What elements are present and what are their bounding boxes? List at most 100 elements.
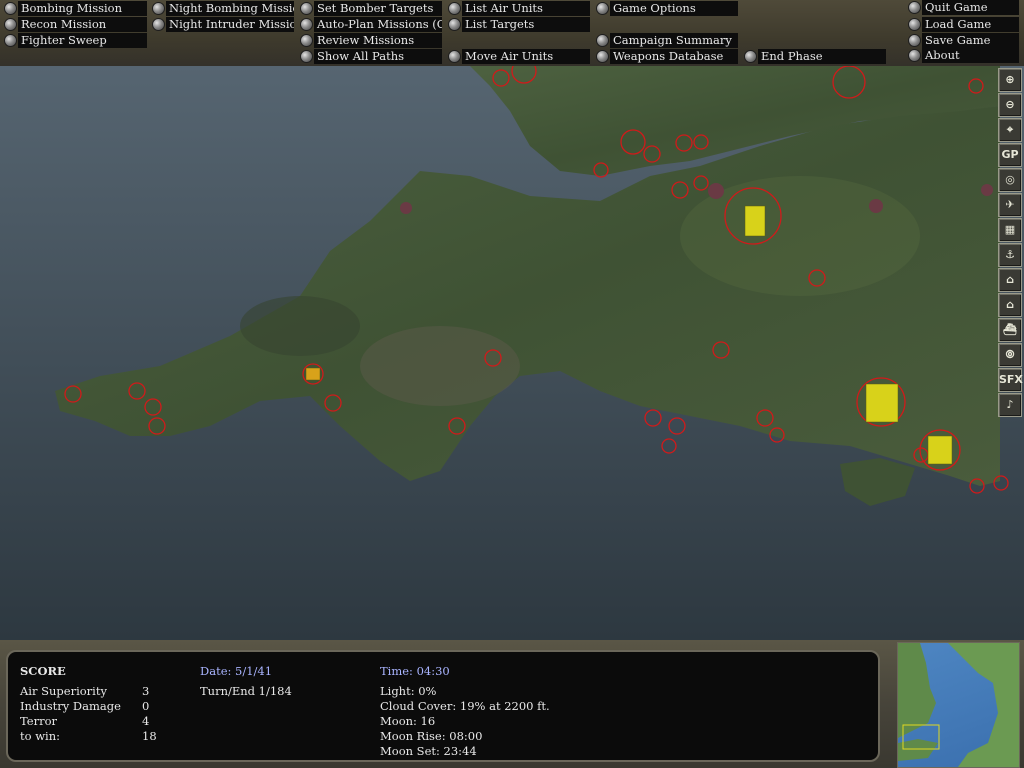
led-icon xyxy=(596,50,609,63)
led-icon xyxy=(908,1,921,14)
score-label: Air Superiority xyxy=(20,684,107,698)
magnifier-minus-icon: ⊖ xyxy=(1005,98,1015,111)
industry-site[interactable] xyxy=(981,184,993,196)
led-icon xyxy=(300,34,313,47)
show-all-paths-button[interactable]: Show All Paths xyxy=(299,49,442,64)
review-missions-button[interactable]: Review Missions xyxy=(299,33,442,48)
magnifier-plus-icon: ⊕ xyxy=(1005,73,1015,86)
bombing-mission-button[interactable]: Bombing Mission xyxy=(3,1,147,16)
menu-bar: Bombing Mission Recon Mission Fighter Sw… xyxy=(0,0,1024,66)
load-game-button[interactable]: Load Game xyxy=(907,17,1019,32)
moon-rise-label: Moon Rise: 08:00 xyxy=(380,729,483,743)
about-button[interactable]: About xyxy=(907,48,1019,63)
save-game-button[interactable]: Save Game xyxy=(907,33,1019,48)
score-label: Terror xyxy=(20,714,57,728)
minimap-land xyxy=(898,643,936,738)
score-value: 0 xyxy=(142,699,150,713)
city-block[interactable] xyxy=(305,367,321,381)
led-icon xyxy=(4,2,17,15)
info-display: SCORE Air Superiority 3 Industry Damage … xyxy=(6,650,880,762)
night-bombing-mission-button[interactable]: Night Bombing Mission xyxy=(151,1,294,16)
radar-button[interactable]: ⌂ xyxy=(998,268,1022,292)
moon-label: Moon: 16 xyxy=(380,714,436,728)
list-targets-button[interactable]: List Targets xyxy=(447,17,590,32)
score-title: SCORE xyxy=(20,664,66,678)
quit-game-button[interactable]: Quit Game xyxy=(907,0,1019,15)
industry-site[interactable] xyxy=(708,183,724,199)
city-block[interactable] xyxy=(865,383,899,423)
weapons-database-button[interactable]: Weapons Database xyxy=(595,49,738,64)
city-block[interactable] xyxy=(927,435,953,465)
airfield-icon: ▦ xyxy=(1004,223,1016,236)
date-label: Date: 5/1/41 xyxy=(200,664,273,678)
light-label: Light: 0% xyxy=(380,684,437,698)
ship-button[interactable]: ⛴ xyxy=(998,318,1022,342)
led-icon xyxy=(908,34,921,47)
moon-set-label: Moon Set: 23:44 xyxy=(380,744,477,758)
score-value: 4 xyxy=(142,714,150,728)
led-icon xyxy=(448,2,461,15)
music-note-icon: ♪ xyxy=(1006,398,1014,411)
center-map-button[interactable]: ⌖ xyxy=(998,118,1022,142)
score-label: to win: xyxy=(20,729,61,743)
compass-icon: ⦾ xyxy=(1005,348,1015,361)
city-block[interactable] xyxy=(744,205,766,237)
compass-button[interactable]: ⦾ xyxy=(998,343,1022,367)
campaign-map[interactable] xyxy=(0,66,1024,640)
led-icon xyxy=(152,18,165,31)
move-air-units-button[interactable]: Move Air Units xyxy=(447,49,590,64)
led-icon xyxy=(596,34,609,47)
set-bomber-targets-button[interactable]: Set Bomber Targets xyxy=(299,1,442,16)
moorland xyxy=(240,296,360,356)
led-icon xyxy=(908,49,921,62)
factory-button[interactable]: ⌂ xyxy=(998,293,1022,317)
night-intruder-mission-button[interactable]: Night Intruder Mission xyxy=(151,17,294,32)
led-icon xyxy=(300,2,313,15)
score-value: 18 xyxy=(142,729,157,743)
campaign-summary-button[interactable]: Campaign Summary xyxy=(595,33,738,48)
aircraft-icon: ✈ xyxy=(1005,198,1015,211)
sfx-button[interactable]: SFX xyxy=(998,368,1023,392)
anchor-icon: ⚓ xyxy=(1005,248,1015,261)
zoom-in-button[interactable]: ⊕ xyxy=(998,68,1022,92)
game-options-button[interactable]: Game Options xyxy=(595,1,738,16)
target-button[interactable]: ◎ xyxy=(998,168,1022,192)
led-icon xyxy=(908,18,921,31)
recon-mission-button[interactable]: Recon Mission xyxy=(3,17,147,32)
zoom-out-button[interactable]: ⊖ xyxy=(998,93,1022,117)
led-icon xyxy=(4,34,17,47)
minimap-land xyxy=(898,739,938,761)
gp-button[interactable]: GP xyxy=(998,143,1022,167)
map-graphic xyxy=(0,66,1024,640)
airfield-button[interactable]: ▦ xyxy=(998,218,1022,242)
crosshair-icon: ⌖ xyxy=(1006,123,1014,136)
anchor-button[interactable]: ⚓ xyxy=(998,243,1022,267)
radar-icon: ⌂ xyxy=(1006,273,1014,286)
led-icon xyxy=(744,50,757,63)
led-icon xyxy=(152,2,165,15)
factory-icon: ⌂ xyxy=(1006,298,1014,311)
music-button[interactable]: ♪ xyxy=(998,393,1022,417)
overview-minimap[interactable] xyxy=(897,642,1020,768)
ship-icon: ⛴ xyxy=(1003,323,1017,336)
time-label: Time: 04:30 xyxy=(380,664,450,678)
industry-site[interactable] xyxy=(869,199,883,213)
led-icon xyxy=(448,18,461,31)
led-icon xyxy=(4,18,17,31)
list-air-units-button[interactable]: List Air Units xyxy=(447,1,590,16)
led-icon xyxy=(448,50,461,63)
score-value: 3 xyxy=(142,684,150,698)
led-icon xyxy=(596,2,609,15)
led-icon xyxy=(300,18,313,31)
auto-plan-missions-button[interactable]: Auto-Plan Missions (Off) xyxy=(299,17,442,32)
minimap-graphic xyxy=(898,643,1019,767)
aircraft-button[interactable]: ✈ xyxy=(998,193,1022,217)
led-icon xyxy=(300,50,313,63)
target-icon: ◎ xyxy=(1005,173,1015,186)
fighter-sweep-button[interactable]: Fighter Sweep xyxy=(3,33,147,48)
turn-label: Turn/End 1/184 xyxy=(200,684,292,698)
end-phase-button[interactable]: End Phase xyxy=(743,49,886,64)
industry-site[interactable] xyxy=(400,202,412,214)
cloud-cover-label: Cloud Cover: 19% at 2200 ft. xyxy=(380,699,550,713)
score-label: Industry Damage xyxy=(20,699,121,713)
